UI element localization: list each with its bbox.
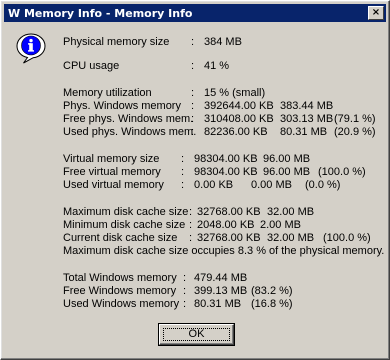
ok-button-frame[interactable]: OK — [158, 323, 235, 346]
memory-info-dialog: W Memory Info - Memory Info × Physical m… — [0, 0, 390, 360]
current-disk-cache-size-kb: 32768.00 KB — [197, 232, 261, 244]
memory-utilization-label: Memory utilization — [63, 87, 152, 99]
free-windows-memory-sep: : — [183, 285, 187, 297]
ok-button[interactable]: OK — [159, 324, 234, 345]
cpu-usage-sep: : — [191, 60, 195, 72]
used-windows-memory-label: Used Windows memory — [63, 298, 180, 310]
max-disk-cache-size-kb: 32768.00 KB — [197, 206, 261, 218]
virtual-memory-size-label: Virtual memory size — [63, 153, 160, 165]
phys-windows-memory-mb: 383.44 MB — [280, 100, 334, 112]
current-disk-cache-size-mb: 32.00 MB — [267, 232, 315, 244]
memory-utilization-sep: : — [191, 87, 195, 99]
close-button[interactable]: × — [368, 6, 384, 20]
used-phys-windows-memory-pct: (20.9 %) — [334, 126, 376, 138]
free-windows-memory-pct: (83.2 %) — [251, 285, 293, 297]
free-virtual-memory-sep: : — [181, 166, 185, 178]
used-phys-windows-memory-label: Used phys. Windows mem. — [63, 126, 197, 138]
memory-utilization-value: 15 % (small) — [204, 87, 266, 99]
free-phys-windows-memory-kb: 310408.00 KB — [204, 113, 274, 125]
window-title: W Memory Info - Memory Info — [8, 6, 193, 20]
info-icon — [16, 33, 46, 64]
used-phys-windows-memory-sep: : — [191, 126, 195, 138]
used-virtual-memory-mb: 0.00 MB — [251, 179, 292, 191]
max-disk-cache-size-sep: : — [189, 206, 193, 218]
used-windows-memory-pct: (16.8 %) — [251, 298, 293, 310]
phys-windows-memory-label: Phys. Windows memory — [63, 100, 181, 112]
min-disk-cache-size-label: Minimum disk cache size — [63, 219, 186, 231]
physical-memory-size-value: 384 MB — [204, 36, 242, 48]
virtual-memory-size-sep: : — [181, 153, 185, 165]
free-windows-memory-label: Free Windows memory — [63, 285, 177, 297]
free-virtual-memory-label: Free virtual memory — [63, 166, 161, 178]
current-disk-cache-size-label: Current disk cache size — [63, 232, 178, 244]
cpu-usage-label: CPU usage — [63, 60, 120, 72]
free-phys-windows-memory-mb: 303.13 MB — [280, 113, 334, 125]
current-disk-cache-size-pct: (100.0 %) — [323, 232, 371, 244]
phys-windows-memory-sep: : — [191, 100, 195, 112]
physical-memory-size-sep: : — [191, 36, 195, 48]
free-virtual-memory-pct: (100.0 %) — [318, 166, 366, 178]
min-disk-cache-size-mb: 2.00 MB — [260, 219, 301, 231]
used-virtual-memory-kb: 0.00 KB — [194, 179, 234, 191]
used-phys-windows-memory-kb: 82236.00 KB — [204, 126, 268, 138]
max-disk-cache-size-label: Maximum disk cache size — [63, 206, 189, 218]
used-windows-memory-sep: : — [183, 298, 187, 310]
free-virtual-memory-mb: 96.00 MB — [263, 166, 311, 178]
current-disk-cache-size-sep: : — [189, 232, 193, 244]
phys-windows-memory-kb: 392644.00 KB — [204, 100, 274, 112]
cpu-usage-value: 41 % — [204, 60, 230, 72]
ok-focus-rect — [163, 328, 230, 341]
free-phys-windows-memory-pct: (79.1 %) — [334, 113, 376, 125]
used-virtual-memory-sep: : — [181, 179, 185, 191]
used-windows-memory-mb: 80.31 MB — [194, 298, 242, 310]
disk-cache-note: Maximum disk cache size occupies 8.3 % o… — [63, 245, 385, 257]
virtual-memory-size-mb: 96.00 MB — [263, 153, 311, 165]
used-phys-windows-memory-mb: 80.31 MB — [280, 126, 328, 138]
free-virtual-memory-kb: 98304.00 KB — [194, 166, 258, 178]
max-disk-cache-size-mb: 32.00 MB — [267, 206, 315, 218]
free-phys-windows-memory-sep: : — [191, 113, 195, 125]
physical-memory-size-label: Physical memory size — [63, 36, 170, 48]
min-disk-cache-size-kb: 2048.00 KB — [197, 219, 255, 231]
free-windows-memory-mb: 399.13 MB — [194, 285, 248, 297]
min-disk-cache-size-sep: : — [189, 219, 193, 231]
used-virtual-memory-label: Used virtual memory — [63, 179, 164, 191]
total-windows-memory-label: Total Windows memory — [63, 272, 177, 284]
total-windows-memory-sep: : — [183, 272, 187, 284]
virtual-memory-size-kb: 98304.00 KB — [194, 153, 258, 165]
free-phys-windows-memory-label: Free phys. Windows mem. — [63, 113, 194, 125]
used-virtual-memory-pct: (0.0 %) — [305, 179, 341, 191]
total-windows-memory-mb: 479.44 MB — [194, 272, 248, 284]
title-bar[interactable]: W Memory Info - Memory Info × — [4, 4, 386, 22]
